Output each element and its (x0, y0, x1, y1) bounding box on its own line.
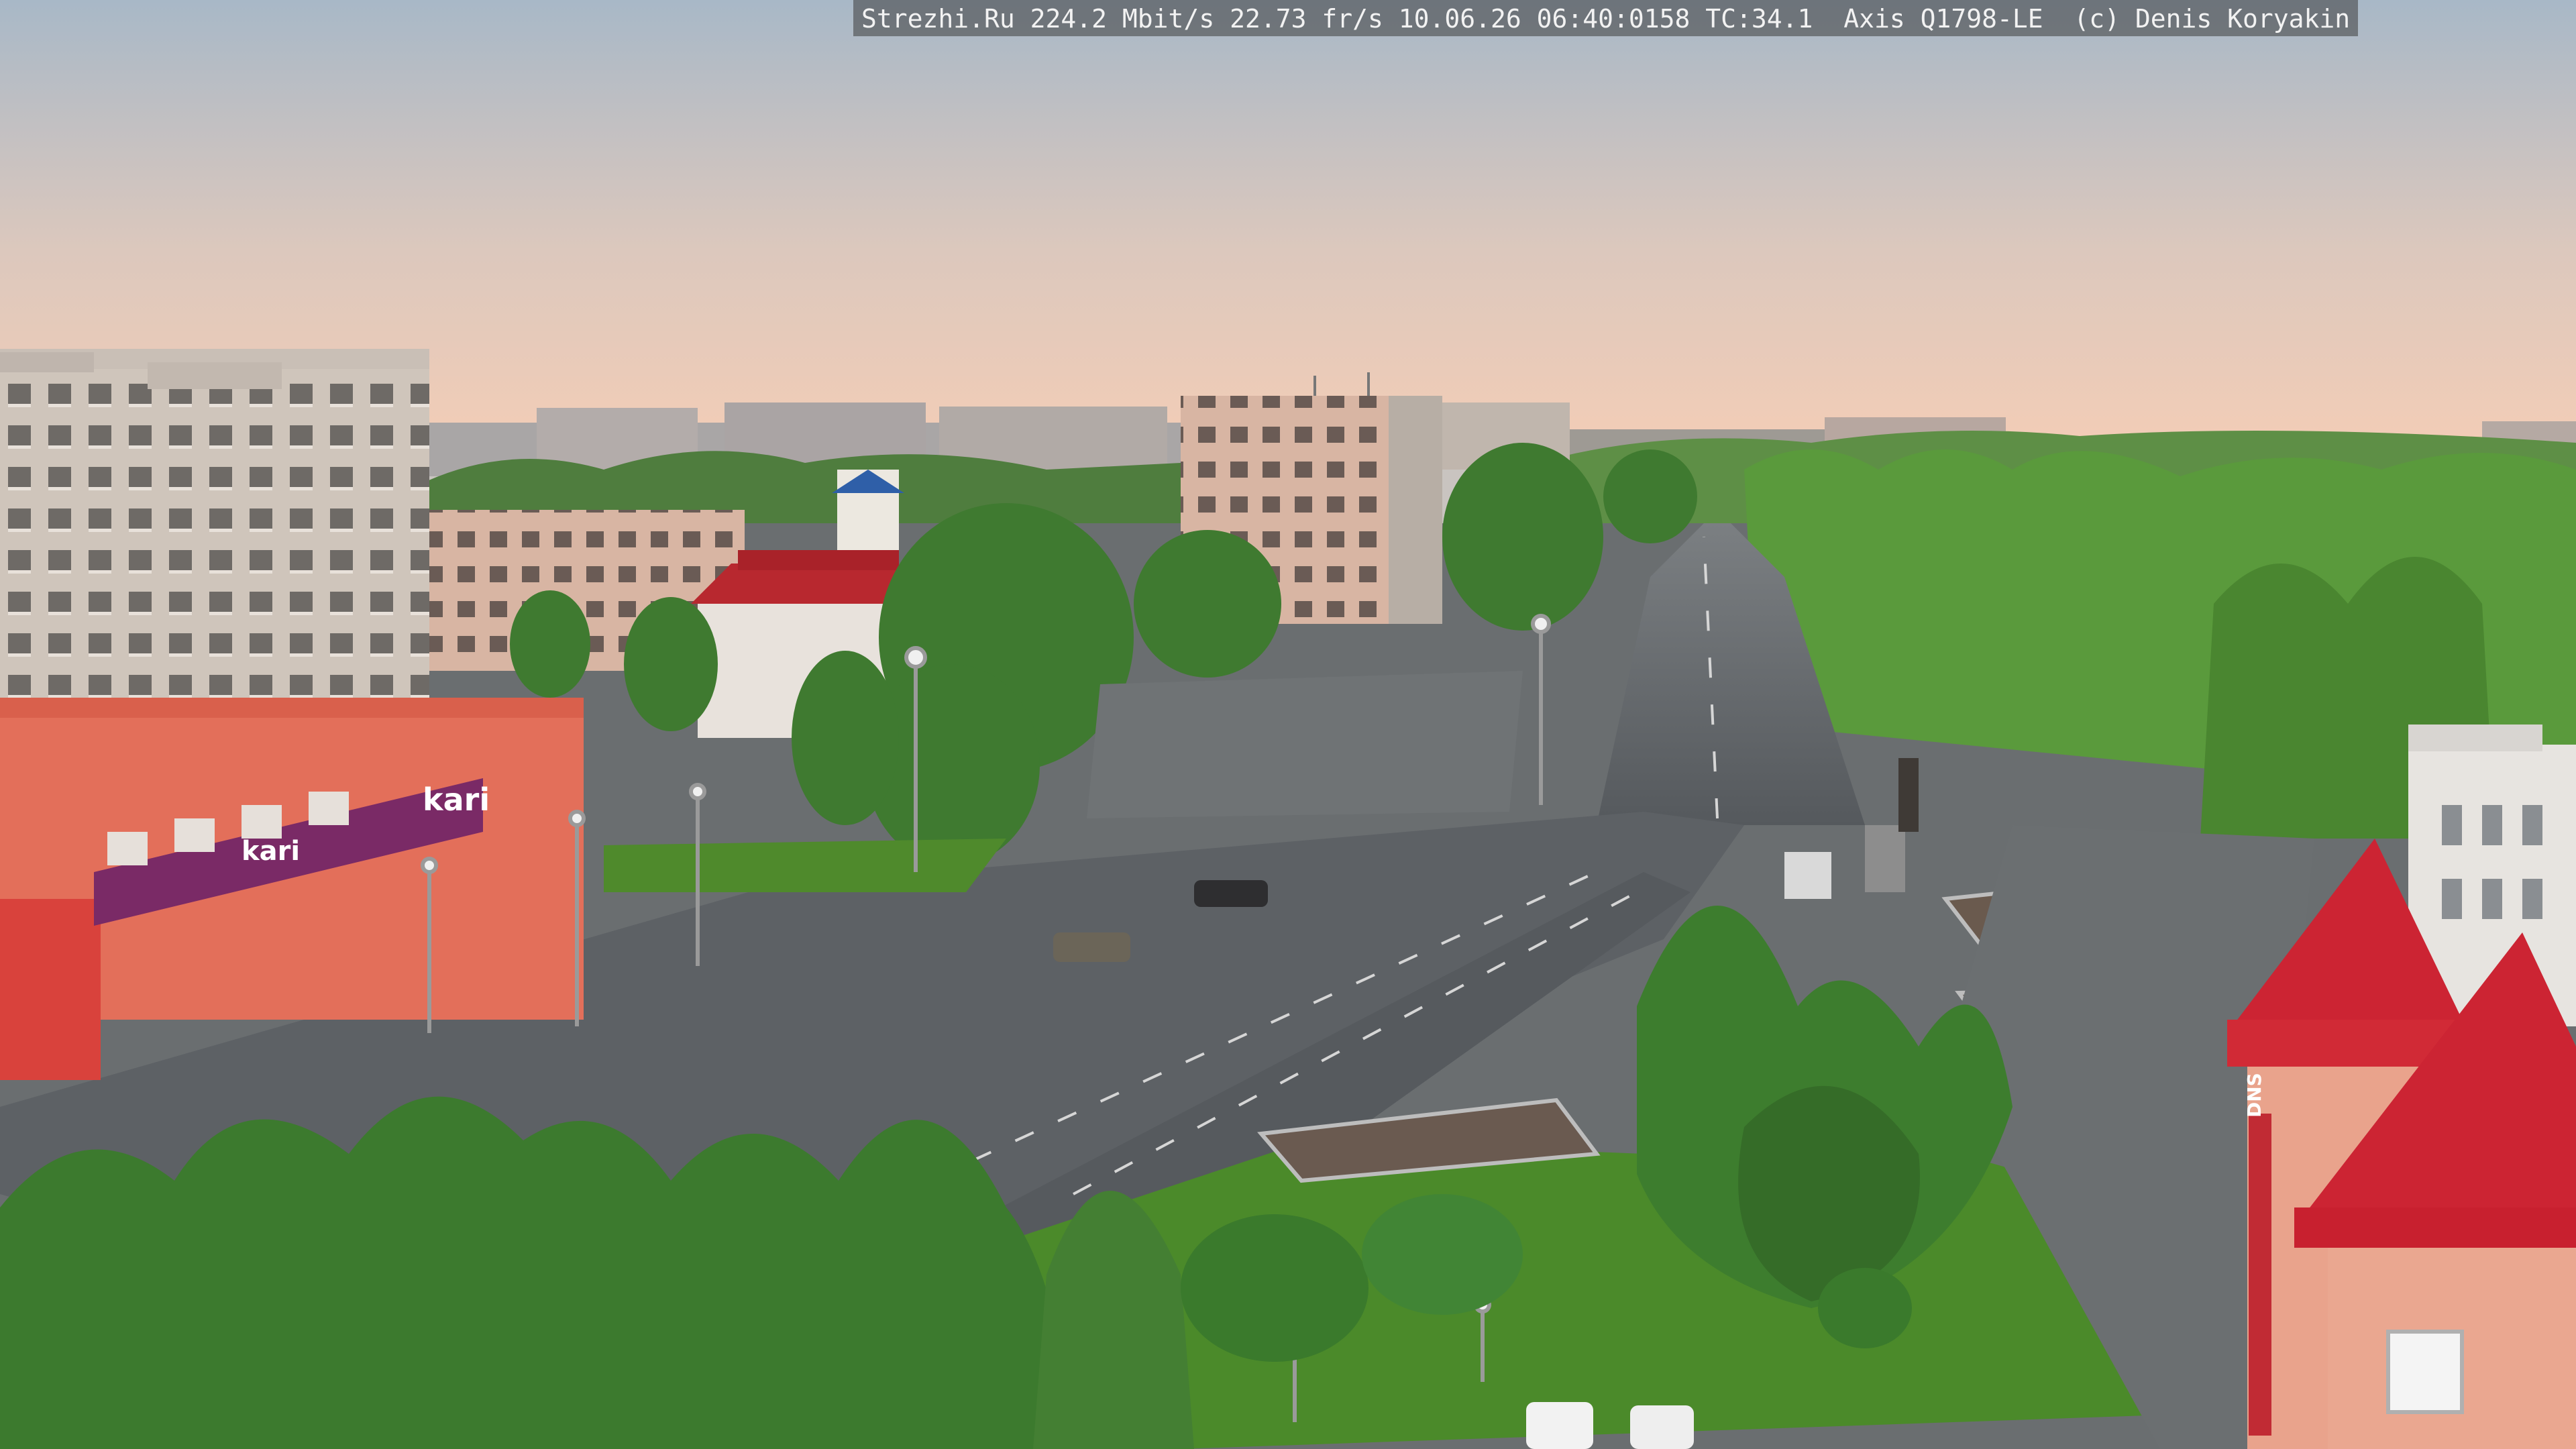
camera-overlay-text: Strezhi.Ru 224.2 Mbit/s 22.73 fr/s 10.06… (853, 0, 2359, 36)
lawn-center (604, 839, 1006, 892)
webcam-city-view: kari kari DNS (0, 0, 2576, 1449)
kari-logo-roof: kari (423, 782, 490, 818)
kari-logo-banner: kari (241, 836, 300, 867)
upper-plaza (1087, 671, 1523, 818)
dns-sign: DNS (2243, 1073, 2265, 1118)
